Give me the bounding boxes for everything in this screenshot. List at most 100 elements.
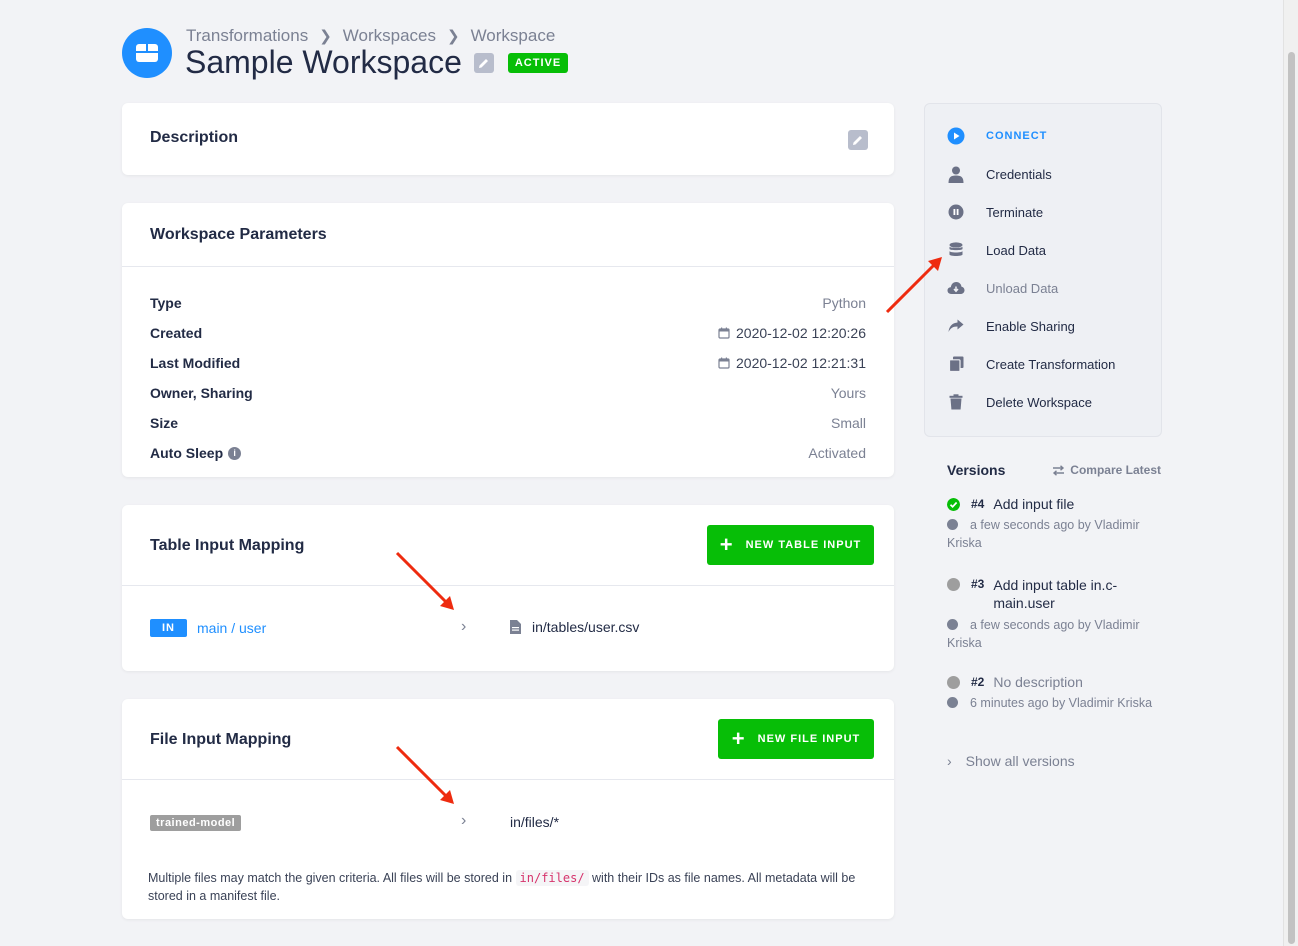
workspace-parameters-card: Workspace Parameters Type Python Created… xyxy=(122,203,894,477)
file-input-row[interactable]: trained-model xyxy=(150,815,866,831)
param-value-wrap: 2020-12-02 12:20:26 xyxy=(718,325,866,341)
chevron-right-icon: › xyxy=(947,753,952,769)
version-line: #3 Add input table in.c-main.user xyxy=(947,576,1161,612)
divider xyxy=(122,266,894,267)
button-label: NEW FILE INPUT xyxy=(757,733,861,745)
param-row-type: Type Python xyxy=(150,288,866,318)
version-number: #4 xyxy=(971,497,985,511)
compare-latest-button[interactable]: Compare Latest xyxy=(1052,463,1161,477)
chevron-right-icon: ❯ xyxy=(446,28,460,45)
param-value: Small xyxy=(830,415,866,431)
action-label: CONNECT xyxy=(986,130,1048,142)
scrollbar-thumb[interactable] xyxy=(1288,52,1295,944)
version-item[interactable]: #3 Add input table in.c-main.user a few … xyxy=(947,576,1161,652)
divider xyxy=(122,585,894,586)
page-title-row: Sample Workspace ACTIVE xyxy=(185,44,569,81)
file-input-title: File Input Mapping xyxy=(150,731,292,748)
copy-icon xyxy=(947,355,965,373)
unload-data-action[interactable]: Unload Data xyxy=(947,278,1058,298)
workspace-actions-panel: CONNECT Credentials Terminate Load Data … xyxy=(924,103,1162,437)
param-key: Size xyxy=(150,415,179,431)
workspace-app-icon xyxy=(122,28,172,78)
connect-action[interactable]: CONNECT xyxy=(947,126,1047,146)
load-data-action[interactable]: Load Data xyxy=(947,240,1046,260)
version-number: #2 xyxy=(971,675,985,689)
credentials-action[interactable]: Credentials xyxy=(947,164,1052,184)
show-all-label: Show all versions xyxy=(965,753,1075,769)
param-row-last-modified: Last Modified 2020-12-02 12:21:31 xyxy=(150,348,866,378)
param-value: 2020-12-02 12:20:26 xyxy=(736,325,866,341)
version-description: No description xyxy=(993,674,1083,690)
button-label: NEW TABLE INPUT xyxy=(745,539,862,551)
action-label: Unload Data xyxy=(986,280,1059,296)
file-tag: trained-model xyxy=(150,815,242,831)
clock-icon xyxy=(947,697,958,708)
param-key: Created xyxy=(150,325,203,341)
compare-label: Compare Latest xyxy=(1070,463,1161,477)
version-line: #2 No description xyxy=(947,674,1161,690)
terminate-action[interactable]: Terminate xyxy=(947,202,1043,222)
param-row-owner-sharing: Owner, Sharing Yours xyxy=(150,378,866,408)
version-description: Add input table in.c-main.user xyxy=(993,577,1118,611)
create-transformation-action[interactable]: Create Transformation xyxy=(947,354,1115,374)
pause-circle-icon xyxy=(947,203,965,221)
param-key: Last Modified xyxy=(150,355,241,371)
action-label: Credentials xyxy=(986,166,1052,182)
param-key: Auto Sleep xyxy=(150,445,224,461)
table-input-title: Table Input Mapping xyxy=(150,537,305,554)
table-input-row[interactable]: IN main / user xyxy=(150,619,866,637)
destination-path: in/files/* xyxy=(510,814,560,830)
note-text: Multiple files may match the given crite… xyxy=(148,871,516,885)
param-row-size: Size Small xyxy=(150,408,866,438)
in-tag: IN xyxy=(150,619,187,637)
action-label: Create Transformation xyxy=(986,356,1116,372)
pencil-icon[interactable] xyxy=(473,52,494,73)
new-table-input-button[interactable]: + NEW TABLE INPUT xyxy=(707,525,874,565)
pencil-icon[interactable] xyxy=(848,130,868,150)
breadcrumb-transformations[interactable]: Transformations xyxy=(186,26,308,46)
version-item[interactable]: #2 No description 6 minutes ago by Vladi… xyxy=(947,674,1161,712)
param-key: Type xyxy=(150,295,182,311)
page-scrollbar[interactable] xyxy=(1283,0,1298,946)
enable-sharing-action[interactable]: Enable Sharing xyxy=(947,316,1075,336)
param-value: Activated xyxy=(808,445,866,461)
annotation-arrow-file-input xyxy=(395,745,454,804)
version-meta: a few seconds ago by Vladimir Kriska xyxy=(947,616,1161,652)
version-item[interactable]: #4 Add input file a few seconds ago by V… xyxy=(947,496,1161,552)
status-dot-icon xyxy=(947,676,960,689)
param-value: Python xyxy=(822,295,866,311)
param-value: 2020-12-02 12:21:31 xyxy=(736,355,866,371)
info-icon[interactable]: i xyxy=(228,446,242,460)
param-row-created: Created 2020-12-02 12:20:26 xyxy=(150,318,866,348)
param-value: Yours xyxy=(830,385,866,401)
show-all-versions-link[interactable]: › Show all versions xyxy=(947,753,1075,769)
table-destination: in/tables/user.csv xyxy=(510,619,639,635)
param-key: Owner, Sharing xyxy=(150,385,253,401)
new-file-input-button[interactable]: + NEW FILE INPUT xyxy=(718,719,874,759)
divider xyxy=(122,779,894,780)
source-table-link[interactable]: main / user xyxy=(197,620,266,636)
breadcrumb-workspaces[interactable]: Workspaces xyxy=(343,26,436,46)
version-description: Add input file xyxy=(993,496,1075,512)
file-input-note: Multiple files may match the given crite… xyxy=(148,869,868,905)
calendar-icon xyxy=(718,357,730,369)
clock-icon xyxy=(947,619,958,630)
clock-icon xyxy=(947,519,958,530)
user-icon xyxy=(947,165,965,183)
plus-icon: + xyxy=(719,532,734,557)
action-label: Enable Sharing xyxy=(986,318,1075,334)
parameters-list: Type Python Created 2020-12-02 12:20:26 … xyxy=(150,288,866,468)
version-meta-text: 6 minutes ago by Vladimir Kriska xyxy=(970,696,1153,710)
swap-icon xyxy=(1053,464,1065,476)
delete-workspace-action[interactable]: Delete Workspace xyxy=(947,392,1092,412)
chevron-right-icon: › xyxy=(461,618,467,635)
versions-header: Versions Compare Latest xyxy=(947,462,1161,478)
play-circle-icon xyxy=(947,127,965,145)
version-meta: a few seconds ago by Vladimir Kriska xyxy=(947,516,1161,552)
breadcrumb: Transformations ❯ Workspaces ❯ Workspace xyxy=(186,26,555,46)
plus-icon: + xyxy=(731,726,746,751)
action-label: Delete Workspace xyxy=(986,394,1092,410)
description-title: Description xyxy=(150,129,239,146)
version-line: #4 Add input file xyxy=(947,496,1161,512)
note-code: in/files/ xyxy=(515,870,589,886)
